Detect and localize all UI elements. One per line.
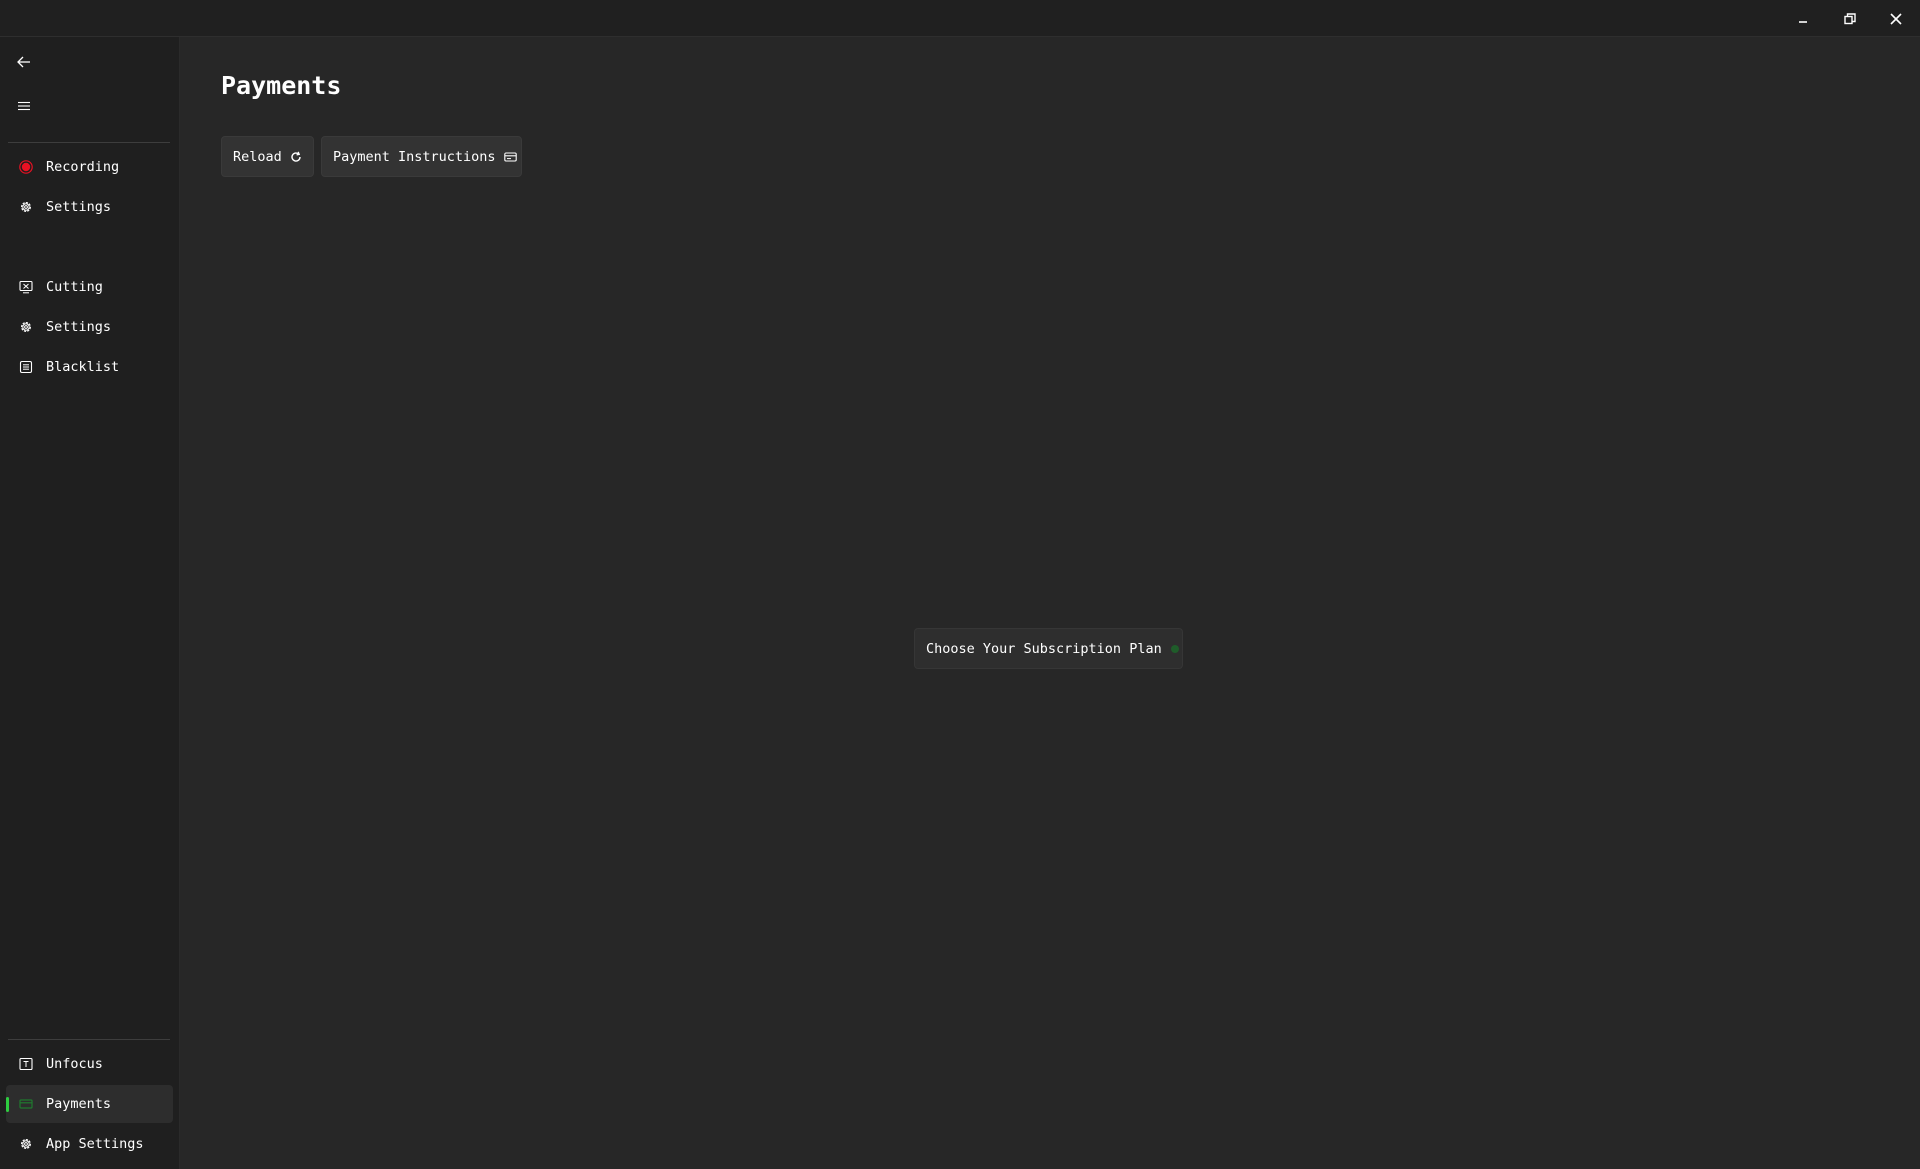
sidebar-divider [8,142,170,143]
unfocus-icon [18,1056,34,1072]
refresh-icon [290,151,302,163]
sidebar-item-recording[interactable]: Recording [6,148,173,186]
cut-screen-icon [18,279,34,295]
list-box-icon [18,359,34,375]
app-window: Recording Settings Cutting Settings Blac… [0,0,1920,1169]
minimize-button[interactable] [1781,0,1827,37]
choose-subscription-plan-button[interactable]: Choose Your Subscription Plan [914,628,1183,669]
sidebar-item-unfocus[interactable]: Unfocus [6,1045,173,1083]
sidebar-item-app-settings[interactable]: App Settings [6,1125,173,1163]
card-icon [503,151,517,163]
sidebar-item-recording-settings[interactable]: Settings [6,188,173,226]
reload-label: Reload [233,148,282,165]
close-button[interactable] [1873,0,1919,37]
gear-icon [18,1136,34,1152]
payment-instructions-button[interactable]: Payment Instructions [321,136,522,177]
hamburger-menu-icon [18,101,30,111]
reload-button[interactable]: Reload [221,136,314,177]
menu-toggle-button[interactable] [8,90,40,122]
dot-icon [1170,644,1180,654]
gear-icon [18,319,34,335]
sidebar: Recording Settings Cutting Settings Blac… [0,37,180,1169]
restore-icon [1844,12,1856,24]
sidebar-item-label: Blacklist [46,359,120,375]
payment-instructions-label: Payment Instructions [333,148,496,165]
arrow-left-icon [17,56,30,68]
sidebar-item-cutting-settings[interactable]: Settings [6,308,173,346]
record-dot-icon [18,159,34,175]
back-button[interactable] [8,46,40,78]
sidebar-item-cutting[interactable]: Cutting [6,268,173,306]
title-bar [0,0,1920,37]
sidebar-item-blacklist[interactable]: Blacklist [6,348,173,386]
close-icon [1890,12,1902,25]
gear-icon [18,199,34,215]
sidebar-divider [8,1039,170,1040]
sidebar-item-label: App Settings [46,1136,144,1152]
restore-button[interactable] [1827,0,1873,37]
sidebar-item-label: Payments [46,1096,112,1112]
minimize-icon [1799,20,1807,23]
sidebar-item-payments[interactable]: Payments [6,1085,173,1123]
sidebar-item-label: Unfocus [46,1056,103,1072]
sidebar-item-label: Settings [46,199,112,215]
sidebar-item-label: Settings [46,319,112,335]
sidebar-item-label: Cutting [46,279,103,295]
payment-card-icon [18,1096,34,1112]
main-content: Payments Reload Payment Instructions Cho… [181,37,1920,1169]
page-title: Payments [221,71,342,100]
sidebar-item-label: Recording [46,159,120,175]
plan-button-label: Choose Your Subscription Plan [926,640,1162,657]
